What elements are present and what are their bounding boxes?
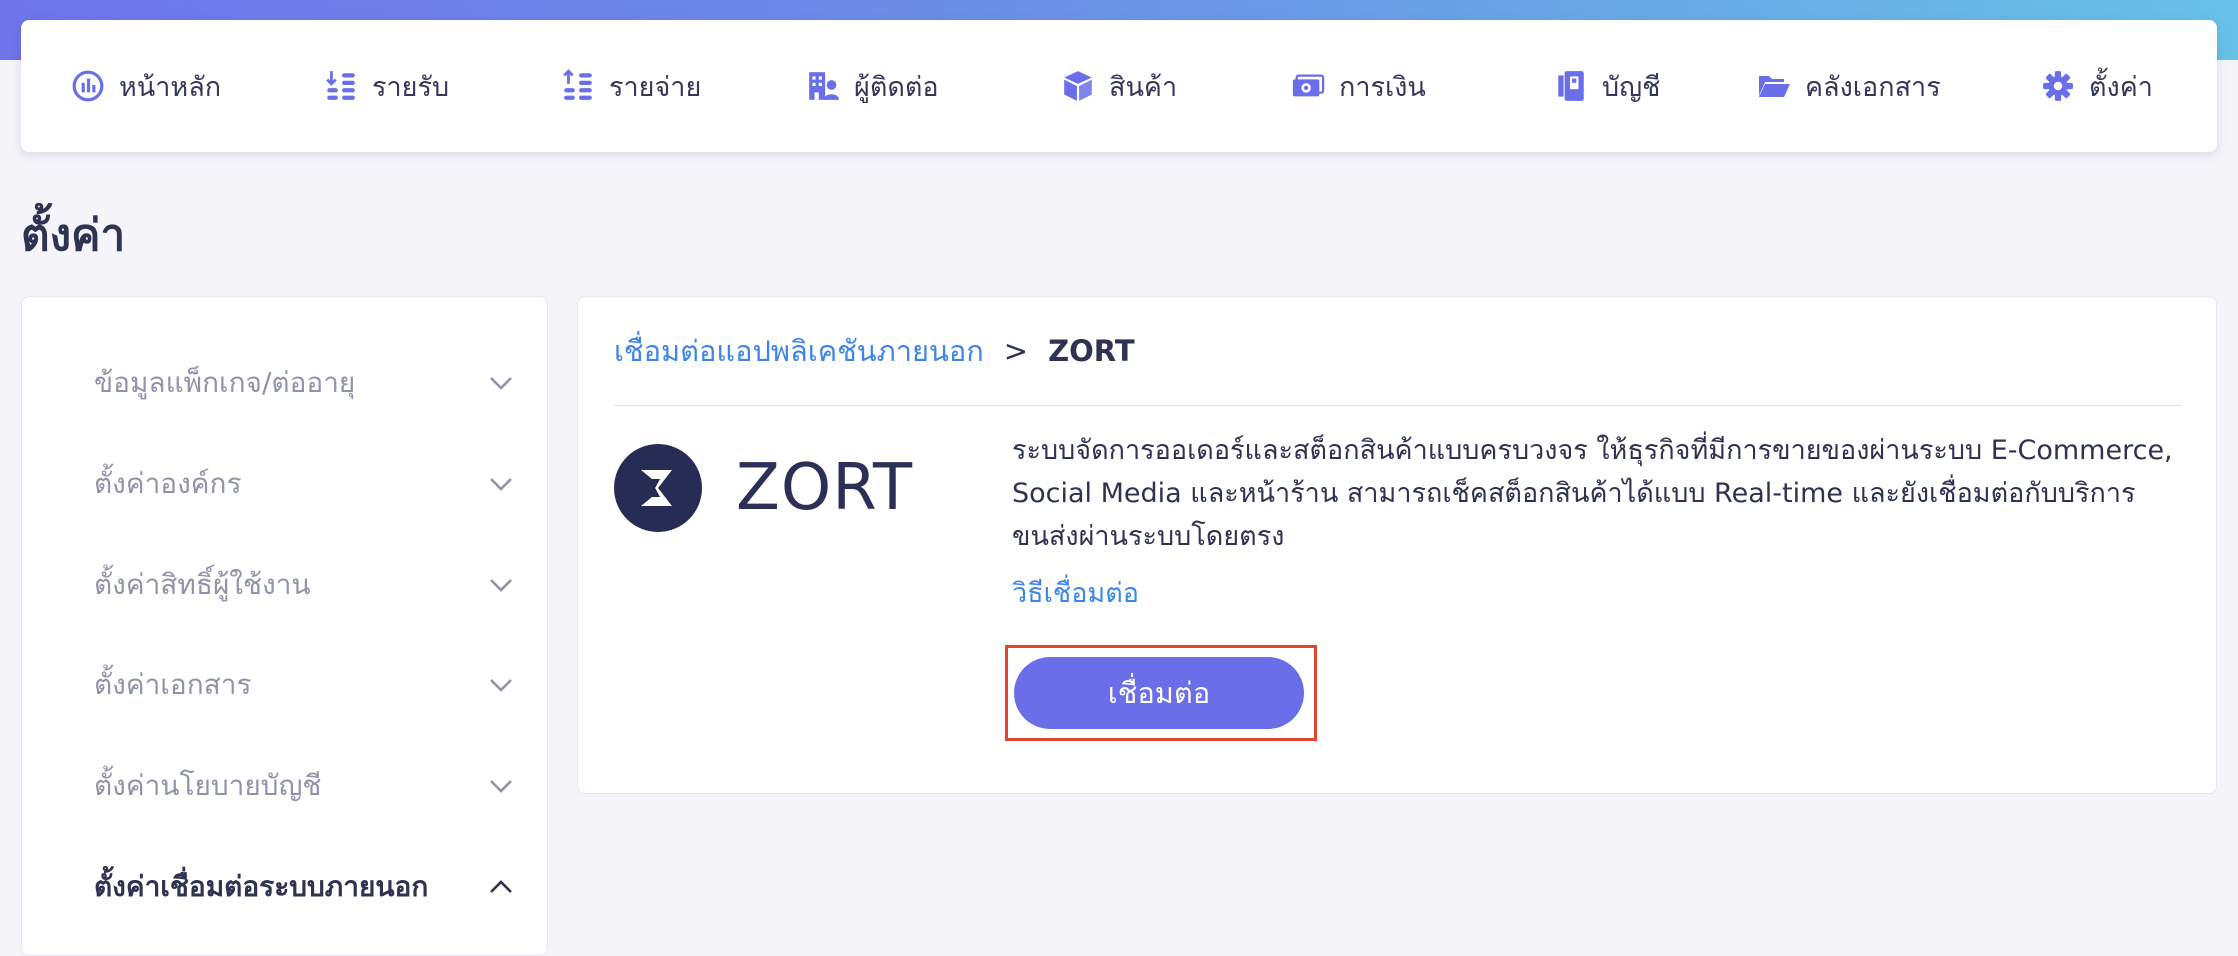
sidebar-item-label: ตั้งค่าเอกสาร <box>94 668 252 701</box>
nav-item-label: บัญชี <box>1602 71 1661 103</box>
chevron-up-icon <box>490 880 512 893</box>
nav-item-home[interactable]: หน้าหลัก <box>71 20 221 152</box>
sidebar-item-user-permissions[interactable]: ตั้งค่าสิทธิ์ผู้ใช้งาน <box>94 555 514 615</box>
contacts-building-icon <box>809 72 839 100</box>
breadcrumb: เชื่อมต่อแอปพลิเคชันภายนอก > ZORT <box>614 331 1135 371</box>
chevron-down-icon <box>490 579 512 592</box>
sidebar-item-label: ตั้งค่าเชื่อมต่อระบบภายนอก <box>94 870 429 903</box>
money-bill-icon <box>1292 74 1325 97</box>
nav-item-accounting[interactable]: บัญชี <box>1554 20 1660 152</box>
sidebar-item-label: ตั้งค่านโยบายบัญชี <box>94 769 322 802</box>
how-to-connect-link[interactable]: วิธีเชื่อมต่อ <box>1012 571 1139 614</box>
income-coins-icon <box>326 71 355 100</box>
dashboard-icon <box>72 70 104 102</box>
nav-item-finance[interactable]: การเงิน <box>1291 20 1426 152</box>
chevron-down-icon <box>490 478 512 491</box>
nav-item-label: คลังเอกสาร <box>1805 71 1941 103</box>
page-title: ตั้งค่า <box>21 210 126 261</box>
nav-item-label: รายรับ <box>372 71 450 103</box>
app-description: ระบบจัดการออเดอร์และสต็อกสินค้าแบบครบวงจ… <box>1012 435 2173 552</box>
folder-open-icon <box>1759 76 1790 97</box>
sidebar-item-organization[interactable]: ตั้งค่าองค์กร <box>94 454 514 514</box>
sidebar-item-documents[interactable]: ตั้งค่าเอกสาร <box>94 655 514 715</box>
nav-item-label: รายจ่าย <box>609 71 702 103</box>
header-divider <box>614 405 2182 406</box>
settings-sidebar: ข้อมูลแพ็กเกจ/ต่ออายุตั้งค่าองค์กรตั้งค่… <box>21 296 548 956</box>
gear-icon <box>2043 71 2073 101</box>
chevron-down-icon <box>490 780 512 793</box>
sidebar-item-accounting-policy[interactable]: ตั้งค่านโยบายบัญชี <box>94 756 514 816</box>
nav-item-label: หน้าหลัก <box>119 71 222 103</box>
breadcrumb-parent-link[interactable]: เชื่อมต่อแอปพลิเคชันภายนอก <box>614 328 984 374</box>
sidebar-item-label: ตั้งค่าสิทธิ์ผู้ใช้งาน <box>94 568 311 601</box>
app-name: ZORT <box>736 451 914 525</box>
ledger-book-icon <box>1558 71 1584 101</box>
breadcrumb-current: ZORT <box>1048 334 1135 368</box>
nav-item-label: การเงิน <box>1339 71 1426 103</box>
sidebar-item-package[interactable]: ข้อมูลแพ็กเกจ/ต่ออายุ <box>94 353 514 413</box>
integration-detail-panel: เชื่อมต่อแอปพลิเคชันภายนอก > ZORT ZORT ร… <box>577 296 2217 794</box>
nav-item-products[interactable]: สินค้า <box>1061 20 1177 152</box>
sidebar-item-external-integration[interactable]: ตั้งค่าเชื่อมต่อระบบภายนอก <box>94 857 514 917</box>
nav-item-expense[interactable]: รายจ่าย <box>561 20 701 152</box>
nav-item-label: ตั้งค่า <box>2089 71 2153 103</box>
breadcrumb-separator: > <box>1003 334 1029 368</box>
product-box-icon <box>1064 71 1092 101</box>
connect-button[interactable]: เชื่อมต่อ <box>1014 657 1304 729</box>
nav-item-settings[interactable]: ตั้งค่า <box>2041 20 2153 152</box>
chevron-down-icon <box>490 679 512 692</box>
zort-logo-icon <box>614 444 702 532</box>
chevron-down-icon <box>490 377 512 390</box>
nav-item-documents[interactable]: คลังเอกสาร <box>1757 20 1941 152</box>
nav-item-contacts[interactable]: ผู้ติดต่อ <box>806 20 939 152</box>
nav-item-income[interactable]: รายรับ <box>324 20 449 152</box>
top-navigation: หน้าหลัก รายรับ รายจ่าย ผู้ติดต่อ สินค้า… <box>21 20 2217 152</box>
sidebar-item-label: ข้อมูลแพ็กเกจ/ต่ออายุ <box>94 366 356 399</box>
nav-item-label: สินค้า <box>1109 71 1178 103</box>
nav-item-label: ผู้ติดต่อ <box>854 71 939 103</box>
sidebar-item-label: ตั้งค่าองค์กร <box>94 467 242 500</box>
expense-coins-icon <box>563 69 592 100</box>
